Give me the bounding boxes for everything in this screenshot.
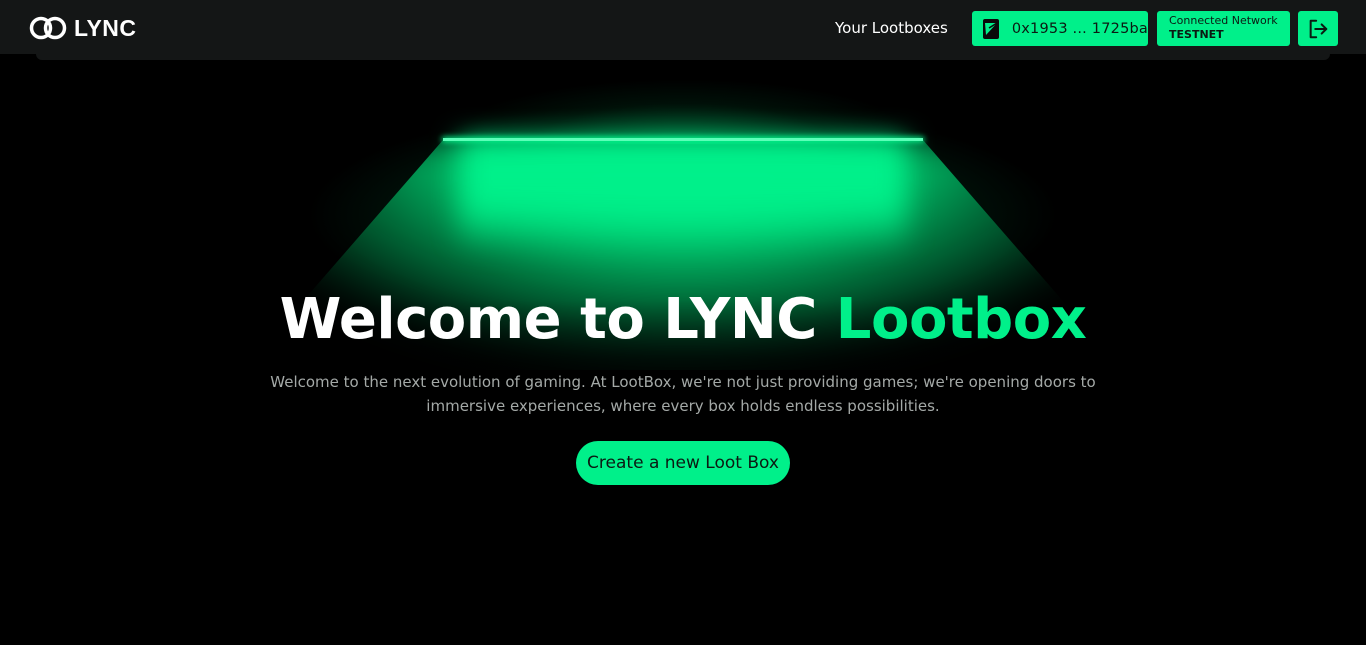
logout-icon [1309, 19, 1328, 38]
wallet-address-button[interactable]: 0x1953 ... 1725ba [972, 11, 1148, 46]
lync-logo-icon [29, 16, 67, 40]
hero-title-accent: Lootbox [835, 287, 1087, 352]
hero-title-main: Welcome to LYNC [279, 287, 836, 352]
connected-network-badge[interactable]: Connected Network TESTNET [1157, 11, 1290, 46]
spotlight-core [460, 140, 906, 250]
top-navbar: LYNC Your Lootboxes 0x1953 ... 1725ba Co… [0, 0, 1366, 54]
your-lootboxes-link[interactable]: Your Lootboxes [835, 19, 948, 37]
wallet-icon [983, 18, 999, 39]
create-loot-box-button[interactable]: Create a new Loot Box [576, 441, 790, 485]
network-label: Connected Network [1169, 14, 1278, 27]
hero-description: Welcome to the next evolution of gaming.… [270, 373, 1096, 415]
wallet-address: 0x1953 ... 1725ba [1011, 20, 1148, 37]
hero-title: Welcome to LYNC Lootbox [0, 282, 1366, 358]
lync-logo[interactable]: LYNC [28, 14, 137, 42]
network-value: TESTNET [1169, 28, 1224, 41]
top-glow [380, 54, 986, 144]
navbar-shadow [36, 54, 1330, 60]
logout-button[interactable] [1298, 11, 1338, 46]
brand-name: LYNC [74, 14, 137, 41]
spotlight-bar [443, 138, 923, 141]
